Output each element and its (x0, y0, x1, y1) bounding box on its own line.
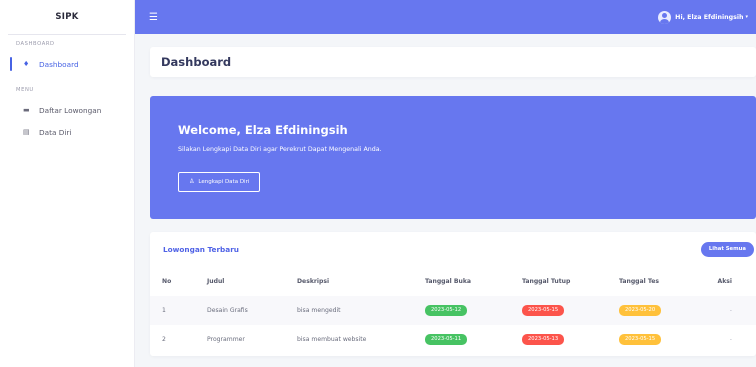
inbox-icon: ▬ (23, 106, 30, 114)
welcome-title: Welcome, Elza Efdiningsih (178, 123, 348, 137)
cell-judul: Desain Grafis (207, 307, 248, 314)
complete-profile-label: Lengkapi Data Diri (198, 178, 250, 185)
column-header-tanggal-tutup: Tanggal Tutup (522, 277, 571, 285)
cell-no: 2 (162, 336, 166, 343)
cell-deskripsi: bisa mengedit (297, 307, 341, 314)
cell-aksi: - (729, 307, 732, 314)
card-title: Lowongan Terbaru (163, 244, 239, 254)
id-card-icon: ▤ (23, 128, 30, 136)
cell-judul: Programmer (207, 336, 245, 343)
cell-aksi: - (729, 336, 732, 343)
close-date-badge: 2023-05-15 (522, 305, 565, 316)
user-menu[interactable]: Hi, Elza Efdiningsih ▾ (658, 10, 748, 24)
test-date-badge: 2023-05-20 (619, 305, 662, 316)
welcome-subtitle: Silakan Lengkapi Data Diri agar Perekrut… (178, 146, 382, 153)
view-all-button[interactable]: Lihat Semua (700, 241, 754, 257)
sidebar-section-menu: MENU (16, 87, 34, 93)
column-header-judul: Judul (207, 277, 225, 285)
chevron-down-icon: ▾ (745, 14, 748, 20)
column-header-tanggal-tes: Tanggal Tes (619, 277, 659, 285)
table-row[interactable]: 1 Desain Grafis bisa mengedit 2023-05-12… (150, 296, 756, 325)
avatar (658, 10, 672, 24)
table-header-row: No Judul Deskripsi Tanggal Buka Tanggal … (150, 266, 756, 296)
sidebar: SIPK DASHBOARD ♦ Dashboard MENU ▬ Daftar… (0, 0, 135, 367)
brand-logo[interactable]: SIPK (0, 0, 134, 34)
latest-vacancies-card: Lowongan Terbaru Lihat Semua No Judul De… (150, 232, 756, 356)
card-header: Lowongan Terbaru Lihat Semua (150, 232, 756, 266)
topbar: ☰ Hi, Elza Efdiningsih ▾ (135, 0, 756, 34)
hamburger-icon[interactable]: ☰ (149, 12, 158, 23)
column-header-aksi: Aksi (717, 277, 733, 285)
user-icon: ♙ (189, 178, 195, 185)
sidebar-item-label: Data Diri (39, 127, 72, 137)
sidebar-section-dashboard: DASHBOARD (16, 41, 55, 47)
sidebar-item-data-diri[interactable]: ▤ Data Diri (0, 121, 134, 143)
column-header-tanggal-buka: Tanggal Buka (425, 277, 472, 285)
vacancies-table: No Judul Deskripsi Tanggal Buka Tanggal … (150, 266, 756, 354)
column-header-no: No (162, 277, 172, 285)
column-header-deskripsi: Deskripsi (297, 277, 330, 285)
sidebar-item-label: Dashboard (39, 59, 79, 69)
test-date-badge: 2023-05-15 (619, 334, 662, 345)
open-date-badge: 2023-05-12 (425, 305, 468, 316)
cell-deskripsi: bisa membuat website (297, 336, 367, 343)
cell-no: 1 (162, 307, 166, 314)
complete-profile-button[interactable]: ♙ Lengkapi Data Diri (178, 171, 261, 192)
fire-icon: ♦ (23, 60, 30, 68)
user-greeting: Hi, Elza Efdiningsih (675, 13, 744, 21)
welcome-banner: Welcome, Elza Efdiningsih Silakan Lengka… (150, 96, 756, 219)
page-title: Dashboard (150, 47, 756, 77)
sidebar-item-dashboard[interactable]: ♦ Dashboard (0, 53, 134, 75)
sidebar-item-label: Daftar Lowongan (39, 105, 102, 115)
open-date-badge: 2023-05-11 (425, 334, 468, 345)
table-row[interactable]: 2 Programmer bisa membuat website 2023-0… (150, 325, 756, 354)
sidebar-item-daftar-lowongan[interactable]: ▬ Daftar Lowongan (0, 99, 134, 121)
close-date-badge: 2023-05-13 (522, 334, 565, 345)
